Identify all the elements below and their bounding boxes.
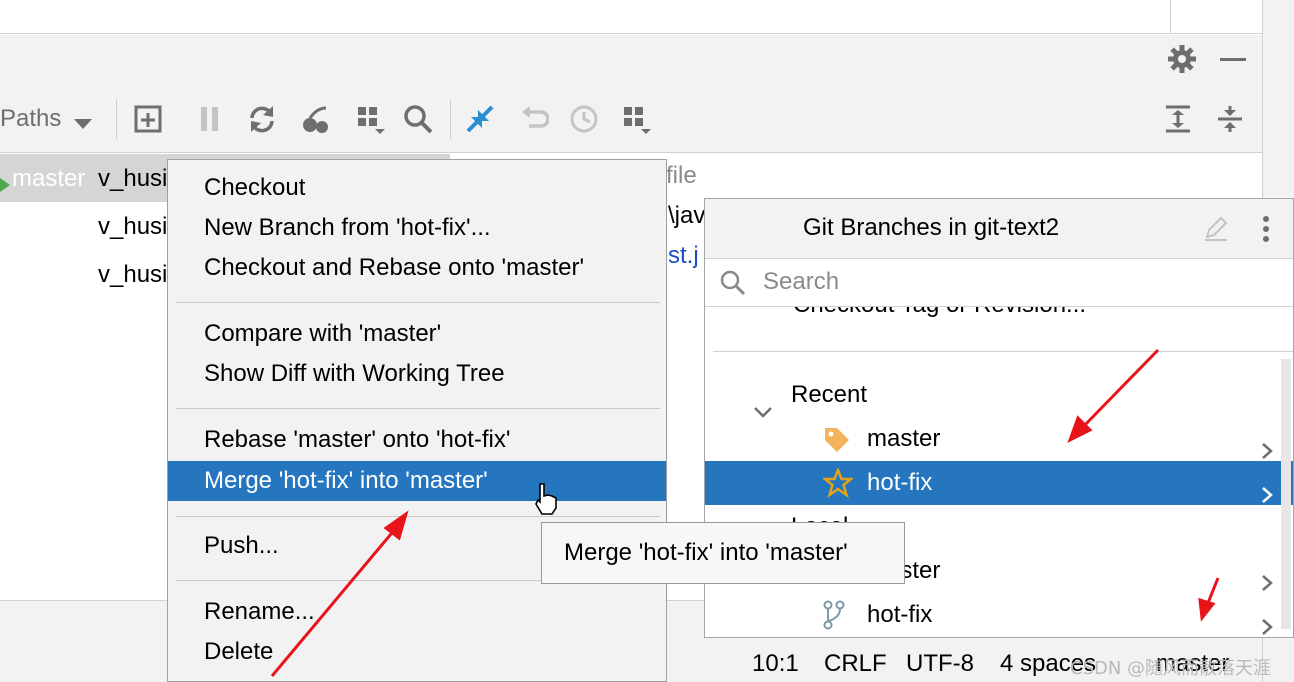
annotation-arrow	[270, 527, 398, 677]
annotation-arrow	[1078, 348, 1160, 432]
annotation-arrows	[270, 348, 1220, 677]
watermark: CSDN @随风而散落天涯	[1070, 658, 1272, 679]
arrow-head	[1198, 597, 1216, 622]
